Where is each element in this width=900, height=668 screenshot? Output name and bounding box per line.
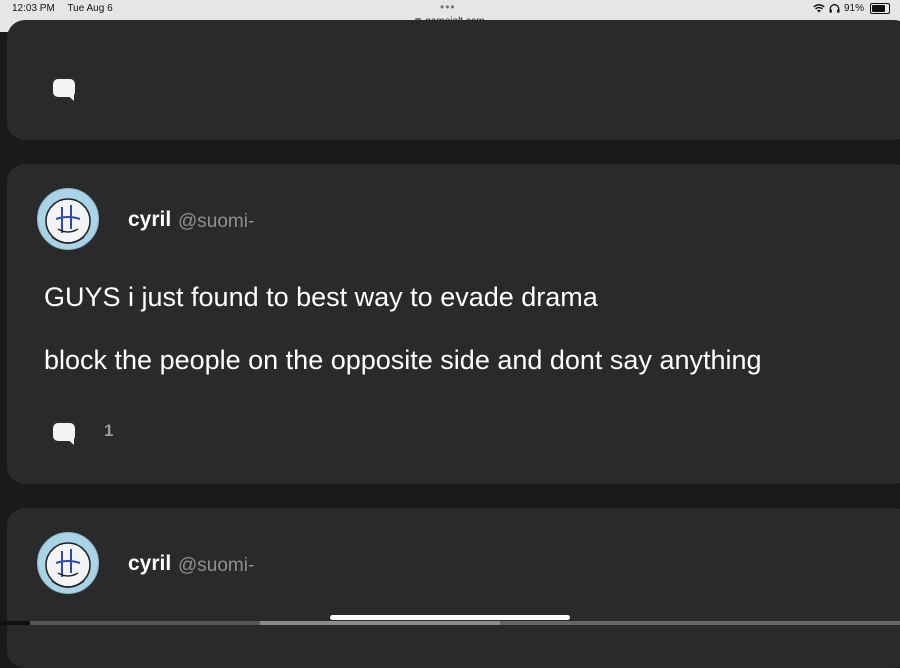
comment-count[interactable]: 1 [104,421,113,441]
status-date: Tue Aug 6 [67,3,113,14]
avatar[interactable] [37,532,99,594]
status-time: 12:03 PM [12,3,55,14]
author-name[interactable]: cyril [128,552,171,576]
avatar[interactable] [37,188,99,250]
avatar-drawing-icon [45,198,91,244]
multitasking-dots-icon[interactable]: ••• [440,0,456,14]
post-card [7,20,900,140]
post-text-line: GUYS i just found to best way to evade d… [44,282,598,312]
battery-fill [872,5,885,12]
headphones-icon [829,4,840,13]
post-card: cyril @suomi- 1 GUYS i just found to bes… [7,164,900,484]
battery-icon [870,3,890,14]
wifi-icon [813,4,825,13]
next-post-media-edge [0,621,900,625]
author-handle[interactable]: @suomi- [178,555,254,577]
comment-bubble-icon[interactable] [53,79,75,101]
avatar-drawing-icon [45,542,91,588]
status-time-date: 12:03 PM Tue Aug 6 [12,3,123,14]
post-card: cyril @suomi- 1 [7,508,900,668]
home-indicator[interactable] [330,615,570,620]
author-handle[interactable]: @suomi- [178,211,254,233]
post-text-line: block the people on the opposite side an… [44,345,762,375]
status-indicators: 91% [813,3,890,14]
comment-bubble-icon[interactable] [53,423,75,445]
author-name[interactable]: cyril [128,208,171,232]
battery-percent: 91% [843,3,864,14]
